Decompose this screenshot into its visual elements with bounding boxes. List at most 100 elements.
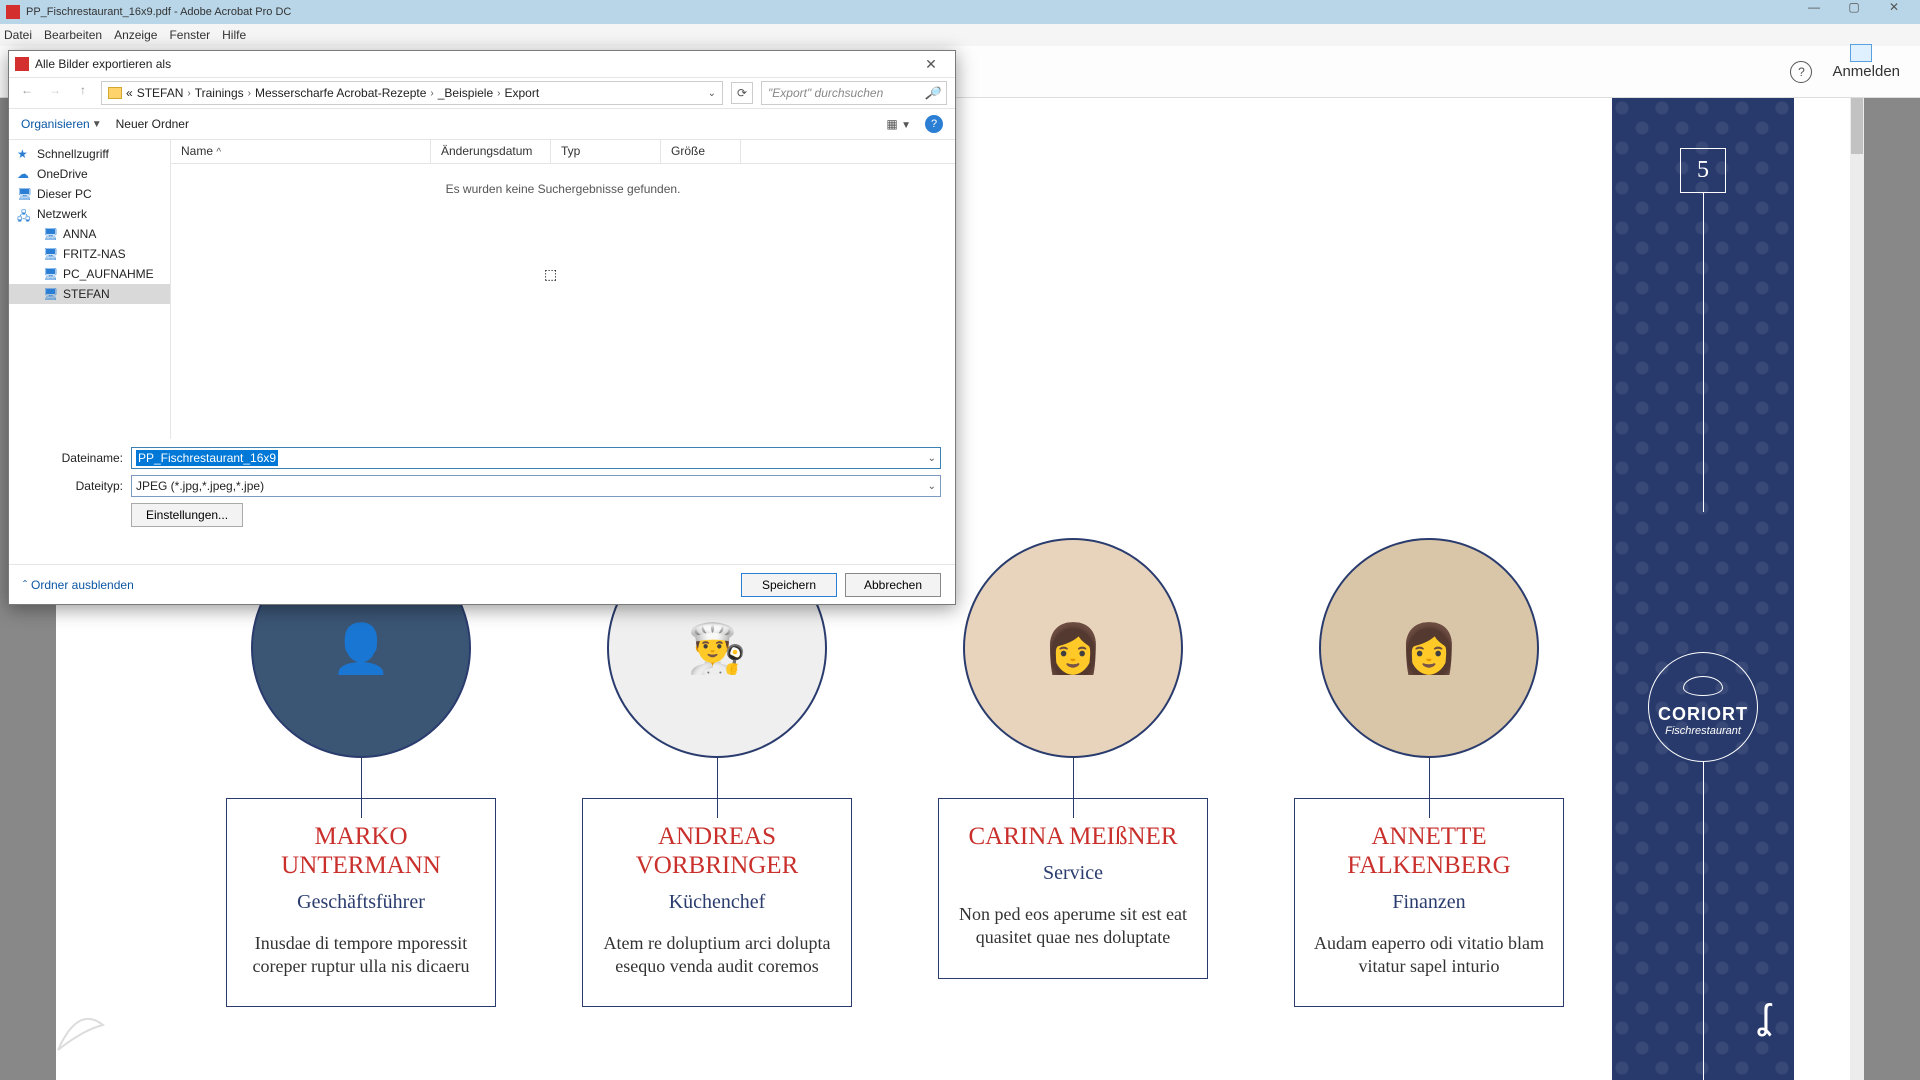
- dialog-toolbar: Organisieren ▼ Neuer Ordner ▦ ▼ ?: [9, 109, 955, 139]
- cursor-icon: ⬚: [544, 266, 557, 283]
- menu-file[interactable]: Datei: [4, 28, 32, 42]
- window-maximize-button[interactable]: ▢: [1834, 0, 1874, 24]
- card-blurb: Atem re doluptium arci dolupta esequo ve…: [597, 932, 837, 979]
- team-card: 👩 CARINA MEIßNER Service Non ped eos ape…: [938, 558, 1208, 1007]
- filetype-select[interactable]: JPEG (*.jpg,*.jpeg,*.jpe) ⌄: [131, 475, 941, 497]
- card-box: ANNETTE FALKENBERG Finanzen Audam eaperr…: [1294, 798, 1564, 1007]
- menu-edit[interactable]: Bearbeiten: [44, 28, 102, 42]
- dialog-titlebar: Alle Bilder exportieren als ✕: [9, 51, 955, 77]
- organize-menu[interactable]: Organisieren ▼: [21, 117, 102, 131]
- search-placeholder: "Export" durchsuchen: [768, 86, 883, 100]
- tree-thispc[interactable]: 🖥Dieser PC: [9, 184, 170, 204]
- card-connector: [361, 758, 362, 798]
- filetype-value: JPEG (*.jpg,*.jpeg,*.jpe): [136, 479, 264, 493]
- menu-help[interactable]: Hilfe: [222, 28, 246, 42]
- search-input[interactable]: "Export" durchsuchen 🔎: [761, 81, 947, 105]
- col-size[interactable]: Größe: [661, 140, 741, 163]
- team-card: 👤 MARKO UNTERMANN Geschäftsführer Inusda…: [226, 558, 496, 1007]
- dialog-close-button[interactable]: ✕: [913, 51, 949, 77]
- file-list: Name ^ Änderungsdatum Typ Größe Es wurde…: [171, 140, 955, 439]
- breadcrumb-bar[interactable]: « STEFAN› Trainings› Messerscharfe Acrob…: [101, 81, 723, 105]
- chevron-down-icon[interactable]: ⌄: [708, 88, 716, 99]
- new-folder-button[interactable]: Neuer Ordner: [116, 117, 189, 131]
- card-role: Finanzen: [1309, 891, 1549, 914]
- help-icon[interactable]: ?: [925, 115, 943, 133]
- tree-node[interactable]: 🖥ANNA: [9, 224, 170, 244]
- network-icon: 🖧: [17, 207, 31, 221]
- chevron-down-icon[interactable]: ⌄: [928, 453, 936, 464]
- pc-icon: 🖥: [17, 187, 31, 201]
- card-blurb: Audam eaperro odi vitatio blam vitatur s…: [1309, 932, 1549, 979]
- refresh-button[interactable]: ⟳: [731, 82, 753, 104]
- col-type[interactable]: Typ: [551, 140, 661, 163]
- card-box: MARKO UNTERMANN Geschäftsführer Inusdae …: [226, 798, 496, 1007]
- app-titlebar: PP_Fischrestaurant_16x9.pdf - Adobe Acro…: [0, 0, 1920, 24]
- filename-value: PP_Fischrestaurant_16x9: [136, 450, 278, 466]
- sidebar-line: [1703, 762, 1704, 1080]
- star-icon: ★: [17, 147, 31, 161]
- tree-quickaccess[interactable]: ★Schnellzugriff: [9, 144, 170, 164]
- dialog-bottom-bar: ˆOrdner ausblenden Speichern Abbrechen: [9, 564, 955, 604]
- card-box: ANDREAS VORBRINGER Küchenchef Atem re do…: [582, 798, 852, 1007]
- tree-node[interactable]: 🖥FRITZ-NAS: [9, 244, 170, 264]
- menu-view[interactable]: Anzeige: [114, 28, 157, 42]
- help-icon[interactable]: ?: [1790, 61, 1812, 83]
- crumb[interactable]: Export: [504, 86, 539, 100]
- crumb[interactable]: _Beispiele: [438, 86, 493, 100]
- filename-label: Dateiname:: [53, 451, 123, 465]
- monitor-icon: 🖥: [43, 247, 57, 261]
- dialog-body: ★Schnellzugriff ☁OneDrive 🖥Dieser PC 🖧Ne…: [9, 139, 955, 439]
- nav-up-button[interactable]: ↑: [73, 83, 93, 103]
- crumb[interactable]: Messerscharfe Acrobat-Rezepte: [255, 86, 426, 100]
- signin-link[interactable]: Anmelden: [1832, 63, 1900, 80]
- hide-folders-toggle[interactable]: ˆOrdner ausblenden: [23, 578, 134, 592]
- team-cards: 👤 MARKO UNTERMANN Geschäftsführer Inusda…: [226, 558, 1564, 1007]
- folder-tree: ★Schnellzugriff ☁OneDrive 🖥Dieser PC 🖧Ne…: [9, 140, 171, 439]
- empty-results-text: Es wurden keine Suchergebnisse gefunden.: [171, 182, 955, 196]
- vertical-scrollbar[interactable]: [1850, 98, 1864, 1080]
- card-role: Service: [953, 862, 1193, 885]
- monitor-icon: 🖥: [43, 267, 57, 281]
- tree-node-selected[interactable]: 🖥STEFAN: [9, 284, 170, 304]
- monitor-icon: 🖥: [43, 227, 57, 241]
- card-name: MARKO UNTERMANN: [241, 823, 481, 881]
- card-name: ANDREAS VORBRINGER: [597, 823, 837, 881]
- card-box: CARINA MEIßNER Service Non ped eos aperu…: [938, 798, 1208, 979]
- nav-forward-button[interactable]: →: [45, 83, 65, 103]
- nav-back-button[interactable]: ←: [17, 83, 37, 103]
- filename-input[interactable]: PP_Fischrestaurant_16x9 ⌄: [131, 447, 941, 469]
- folder-icon: [108, 87, 122, 99]
- dialog-title: Alle Bilder exportieren als: [35, 57, 913, 71]
- menu-window[interactable]: Fenster: [169, 28, 210, 42]
- app-menubar: Datei Bearbeiten Anzeige Fenster Hilfe: [0, 24, 1920, 46]
- cancel-button[interactable]: Abbrechen: [845, 573, 941, 597]
- col-modified[interactable]: Änderungsdatum: [431, 140, 551, 163]
- col-name[interactable]: Name ^: [171, 140, 431, 163]
- card-blurb: Non ped eos aperume sit est eat quasitet…: [953, 903, 1193, 950]
- tree-network[interactable]: 🖧Netzwerk: [9, 204, 170, 224]
- chevron-down-icon[interactable]: ⌄: [928, 481, 936, 492]
- dialog-fields: Dateiname: PP_Fischrestaurant_16x9 ⌄ Dat…: [9, 439, 955, 533]
- window-minimize-button[interactable]: —: [1794, 0, 1834, 24]
- crumb[interactable]: STEFAN: [137, 86, 184, 100]
- window-close-button[interactable]: ✕: [1874, 0, 1914, 24]
- card-connector: [1073, 758, 1074, 798]
- settings-button[interactable]: Einstellungen...: [131, 503, 243, 527]
- card-name: ANNETTE FALKENBERG: [1309, 823, 1549, 881]
- crumb[interactable]: Trainings: [195, 86, 244, 100]
- view-mode-button[interactable]: ▦ ▼: [886, 117, 911, 131]
- dialog-nav: ← → ↑ « STEFAN› Trainings› Messerscharfe…: [9, 77, 955, 109]
- page-number-box: 5: [1680, 148, 1726, 193]
- card-blurb: Inusdae di tempore mporessit coreper rup…: [241, 932, 481, 979]
- team-photo: 👩: [1319, 538, 1539, 758]
- acrobat-logo-icon: [15, 57, 29, 71]
- brand-subtitle: Fischrestaurant: [1665, 725, 1741, 737]
- tree-node[interactable]: 🖥PC_AUFNAHME: [9, 264, 170, 284]
- export-images-dialog: Alle Bilder exportieren als ✕ ← → ↑ « ST…: [8, 50, 956, 605]
- save-button[interactable]: Speichern: [741, 573, 837, 597]
- panel-toggle-icon[interactable]: [1850, 44, 1872, 62]
- acrobat-logo-icon: [6, 5, 20, 19]
- crumb[interactable]: «: [126, 86, 133, 100]
- tree-onedrive[interactable]: ☁OneDrive: [9, 164, 170, 184]
- scroll-thumb[interactable]: [1851, 98, 1863, 154]
